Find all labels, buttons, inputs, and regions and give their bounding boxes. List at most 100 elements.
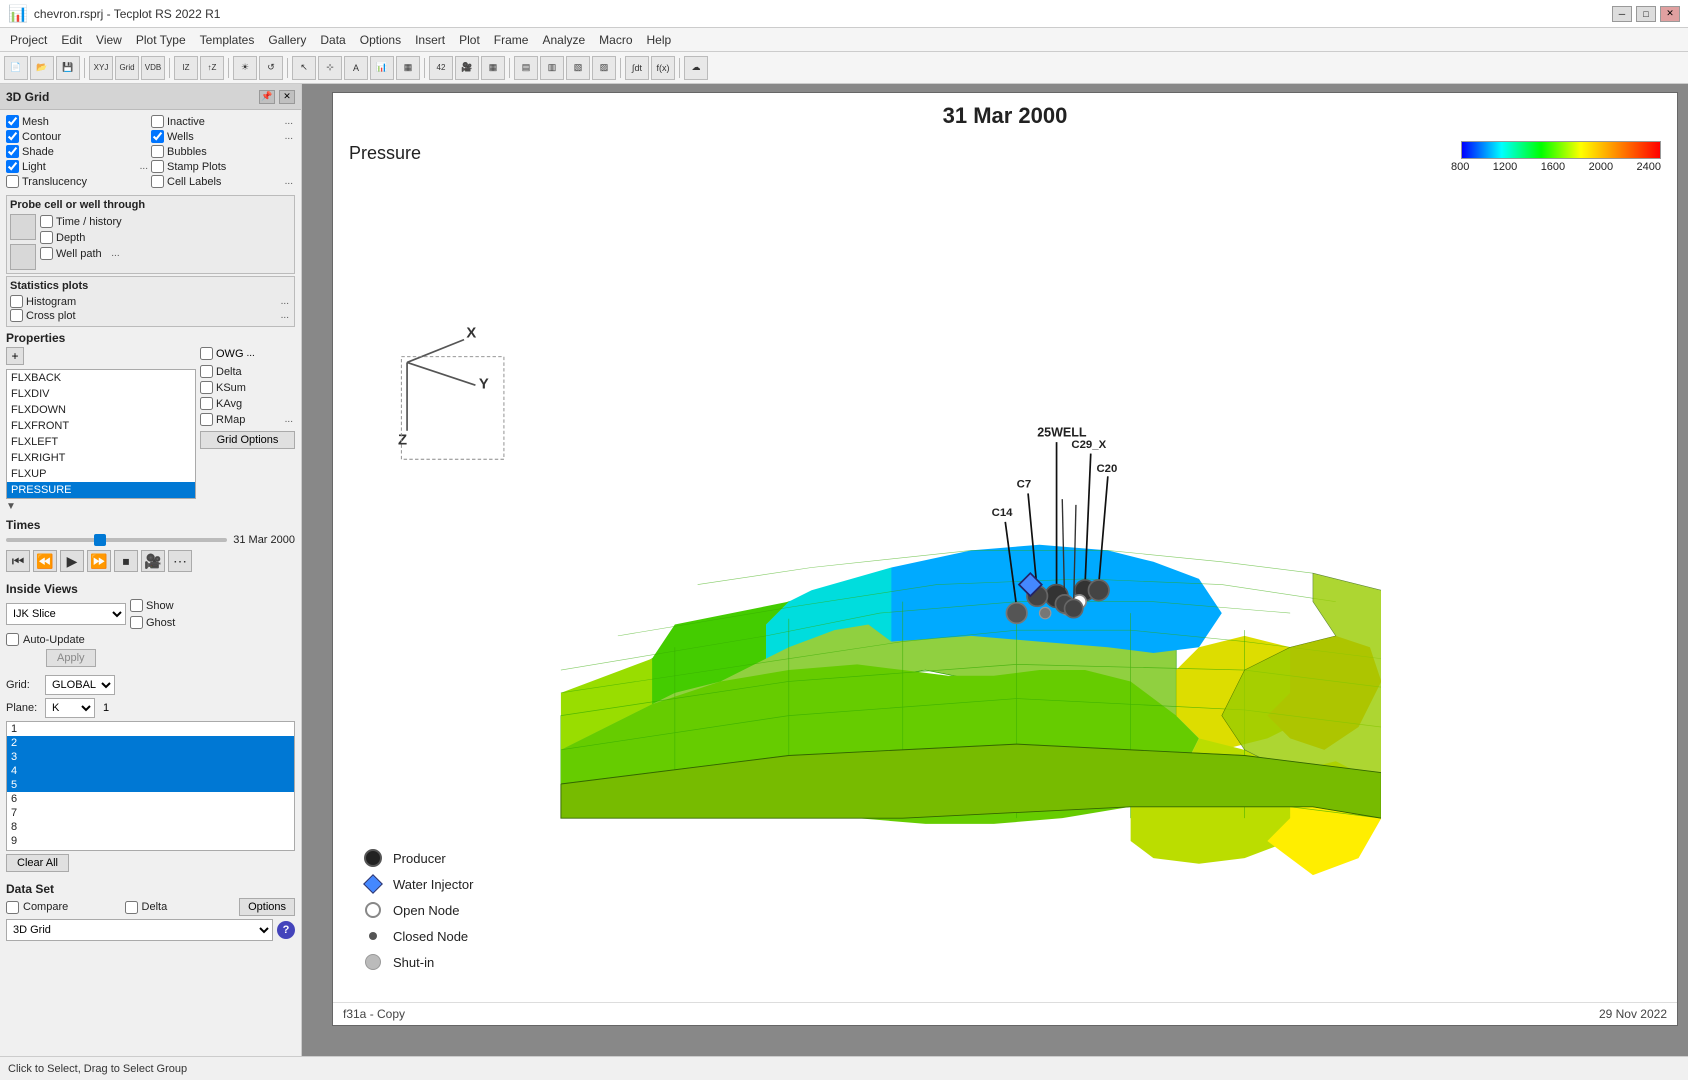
compare-checkbox[interactable] — [6, 901, 19, 914]
toolbar-open[interactable]: 📂 — [30, 56, 54, 80]
menu-plot-type[interactable]: Plot Type — [130, 31, 192, 49]
owg-checkbox[interactable] — [200, 347, 213, 360]
toolbar-grid2[interactable]: ▦ — [481, 56, 505, 80]
wells-dots[interactable]: ... — [283, 131, 295, 142]
prop-flxleft[interactable]: FLXLEFT — [7, 434, 195, 450]
rmap-checkbox[interactable] — [200, 413, 213, 426]
toolbar-1[interactable]: IZ — [174, 56, 198, 80]
play-camera-button[interactable]: 🎥 — [141, 550, 165, 572]
toolbar-plot3[interactable]: 📊 — [370, 56, 394, 80]
ijk-slice-select[interactable]: IJK Slice — [6, 603, 126, 625]
play-start-button[interactable]: ⏮ — [6, 550, 30, 572]
menu-data[interactable]: Data — [314, 31, 351, 49]
toolbar-2[interactable]: ↑Z — [200, 56, 224, 80]
prop-flxright[interactable]: FLXRIGHT — [7, 450, 195, 466]
toolbar-refresh[interactable]: ↺ — [259, 56, 283, 80]
plane-item-10[interactable]: 10 — [7, 848, 294, 851]
menu-analyze[interactable]: Analyze — [536, 31, 591, 49]
ksum-checkbox[interactable] — [200, 381, 213, 394]
ghost-checkbox[interactable] — [130, 616, 143, 629]
plane-item-6[interactable]: 6 — [7, 792, 294, 806]
menu-project[interactable]: Project — [4, 31, 53, 49]
stamp-plots-checkbox[interactable] — [151, 160, 164, 173]
histogram-checkbox[interactable] — [10, 295, 23, 308]
plane-item-4[interactable]: 4 — [7, 764, 294, 778]
apply-button[interactable]: Apply — [46, 649, 96, 667]
plane-item-1[interactable]: 1 — [7, 722, 294, 736]
delta2-checkbox[interactable] — [125, 901, 138, 914]
light-dots[interactable]: ... — [138, 161, 150, 172]
toolbar-cam[interactable]: 🎥 — [455, 56, 479, 80]
rmap-dots[interactable]: ... — [283, 414, 295, 425]
toolbar-42[interactable]: 42 — [429, 56, 453, 80]
plane-item-7[interactable]: 7 — [7, 806, 294, 820]
toolbar-fx[interactable]: f(x) — [651, 56, 675, 80]
title-bar-controls[interactable]: ─ □ ✕ — [1612, 6, 1680, 22]
maximize-button[interactable]: □ — [1636, 6, 1656, 22]
menu-view[interactable]: View — [90, 31, 128, 49]
inactive-checkbox[interactable] — [151, 115, 164, 128]
play-stop-button[interactable]: ⏹ — [114, 550, 138, 572]
play-next-button[interactable]: ⏩ — [87, 550, 111, 572]
menu-plot[interactable]: Plot — [453, 31, 486, 49]
clear-all-button[interactable]: Clear All — [6, 854, 69, 872]
toolbar-grid[interactable]: Grid — [115, 56, 139, 80]
toolbar-table[interactable]: ▦ — [396, 56, 420, 80]
toolbar-cloud[interactable]: ☁ — [684, 56, 708, 80]
plane-k-select[interactable]: K I J — [45, 698, 95, 718]
menu-templates[interactable]: Templates — [194, 31, 261, 49]
menu-insert[interactable]: Insert — [409, 31, 451, 49]
prop-flxfront[interactable]: FLXFRONT — [7, 418, 195, 434]
toolbar-cursor[interactable]: ↖ — [292, 56, 316, 80]
menu-edit[interactable]: Edit — [55, 31, 88, 49]
toolbar-select[interactable]: ⊹ — [318, 56, 342, 80]
menu-frame[interactable]: Frame — [488, 31, 535, 49]
dataset-select[interactable]: 3D Grid — [6, 919, 273, 941]
grid-select[interactable]: GLOBAL — [45, 675, 115, 695]
play-prev-button[interactable]: ⏪ — [33, 550, 57, 572]
plane-item-3[interactable]: 3 — [7, 750, 294, 764]
menu-help[interactable]: Help — [641, 31, 678, 49]
toolbar-text[interactable]: A — [344, 56, 368, 80]
light-checkbox[interactable] — [6, 160, 19, 173]
add-property-button[interactable]: + — [6, 347, 24, 365]
toolbar-integral[interactable]: ∫dt — [625, 56, 649, 80]
toolbar-frame4[interactable]: ▨ — [592, 56, 616, 80]
toolbar-vdb[interactable]: VDB — [141, 56, 165, 80]
inactive-dots[interactable]: ... — [283, 116, 295, 127]
plane-item-8[interactable]: 8 — [7, 820, 294, 834]
prop-flxdown[interactable]: FLXDOWN — [7, 402, 195, 418]
close-button[interactable]: ✕ — [1660, 6, 1680, 22]
play-options-button[interactable]: ⋯ — [168, 550, 192, 572]
minimize-button[interactable]: ─ — [1612, 6, 1632, 22]
well-path-dots[interactable]: ... — [109, 248, 121, 259]
toolbar-sun[interactable]: ☀ — [233, 56, 257, 80]
plane-item-2[interactable]: 2 — [7, 736, 294, 750]
prop-flxup[interactable]: FLXUP — [7, 466, 195, 482]
menu-options[interactable]: Options — [354, 31, 407, 49]
cell-labels-checkbox[interactable] — [151, 175, 164, 188]
prop-flxback[interactable]: FLXBACK — [7, 370, 195, 386]
depth-checkbox[interactable] — [40, 231, 53, 244]
shade-checkbox[interactable] — [6, 145, 19, 158]
cross-plot-dots[interactable]: ... — [279, 310, 291, 321]
cell-labels-dots[interactable]: ... — [283, 176, 295, 187]
delta-checkbox[interactable] — [200, 365, 213, 378]
prop-pressure[interactable]: PRESSURE — [7, 482, 195, 498]
plot-main[interactable]: Pressure 800 1200 1600 2000 2400 — [333, 133, 1677, 1002]
menu-gallery[interactable]: Gallery — [262, 31, 312, 49]
owg-dots[interactable]: ... — [247, 348, 255, 359]
wells-checkbox[interactable] — [151, 130, 164, 143]
times-slider-thumb[interactable] — [94, 534, 106, 546]
well-path-checkbox[interactable] — [40, 247, 53, 260]
menu-macro[interactable]: Macro — [593, 31, 638, 49]
plane-item-9[interactable]: 9 — [7, 834, 294, 848]
times-slider-track[interactable] — [6, 538, 227, 542]
toolbar-xy[interactable]: XYJ — [89, 56, 113, 80]
prop-flxdiv[interactable]: FLXDIV — [7, 386, 195, 402]
histogram-dots[interactable]: ... — [279, 296, 291, 307]
options-button[interactable]: Options — [239, 898, 295, 916]
play-forward-button[interactable]: ▶ — [60, 550, 84, 572]
contour-checkbox[interactable] — [6, 130, 19, 143]
toolbar-frame3[interactable]: ▧ — [566, 56, 590, 80]
